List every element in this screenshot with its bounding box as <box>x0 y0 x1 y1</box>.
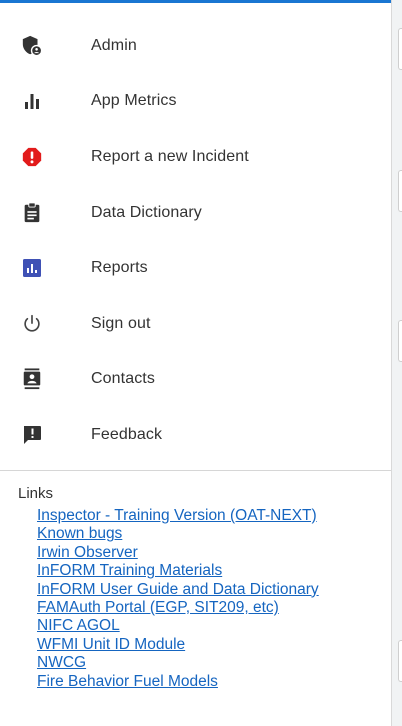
menu-divider <box>0 470 391 471</box>
menu-item-reports[interactable]: Reports <box>0 240 391 296</box>
links-list: Inspector - Training Version (OAT-NEXT) … <box>37 507 319 691</box>
link-inspector-training[interactable]: Inspector - Training Version (OAT-NEXT) <box>37 507 319 525</box>
background-page-edge <box>391 0 402 726</box>
link-inform-training-materials[interactable]: InFORM Training Materials <box>37 562 319 580</box>
background-field <box>398 320 402 362</box>
menu-item-admin[interactable]: Admin <box>0 18 391 74</box>
menu-item-sign-out[interactable]: Sign out <box>0 296 391 352</box>
link-known-bugs[interactable]: Known bugs <box>37 525 319 543</box>
link-inform-user-guide[interactable]: InFORM User Guide and Data Dictionary <box>37 581 319 599</box>
feedback-icon <box>19 422 45 448</box>
menu-item-label: App Metrics <box>91 92 177 110</box>
alert-icon <box>19 144 45 170</box>
menu-item-label: Data Dictionary <box>91 203 202 221</box>
links-heading: Links <box>18 485 54 502</box>
menu-item-label: Reports <box>91 259 148 277</box>
menu-item-label: Contacts <box>91 370 155 388</box>
bar-chart-icon <box>19 88 45 114</box>
background-field <box>398 640 402 682</box>
menu-item-label: Admin <box>91 36 137 54</box>
menu-item-report-incident[interactable]: Report a new Incident <box>0 129 391 185</box>
contacts-icon <box>19 366 45 392</box>
menu-item-label: Sign out <box>91 314 151 332</box>
menu-item-data-dictionary[interactable]: Data Dictionary <box>0 185 391 241</box>
link-wfmi-unit-id[interactable]: WFMI Unit ID Module <box>37 636 319 654</box>
admin-shield-icon <box>19 33 45 59</box>
background-field <box>398 170 402 212</box>
clipboard-icon <box>19 200 45 226</box>
power-icon <box>19 311 45 337</box>
side-menu-panel: Admin App Metrics Report a new Incident … <box>0 3 391 726</box>
menu-item-app-metrics[interactable]: App Metrics <box>0 74 391 130</box>
reports-icon <box>19 255 45 281</box>
menu-list: Admin App Metrics Report a new Incident … <box>0 18 391 463</box>
menu-item-label: Report a new Incident <box>91 147 249 165</box>
menu-item-label: Feedback <box>91 425 163 443</box>
link-nwcg[interactable]: NWCG <box>37 654 319 672</box>
link-nifc-agol[interactable]: NIFC AGOL <box>37 617 319 635</box>
menu-item-contacts[interactable]: Contacts <box>0 352 391 408</box>
link-irwin-observer[interactable]: Irwin Observer <box>37 544 319 562</box>
menu-item-feedback[interactable]: Feedback <box>0 407 391 463</box>
link-fire-behavior-fuel-models[interactable]: Fire Behavior Fuel Models <box>37 673 319 691</box>
link-famauth-portal[interactable]: FAMAuth Portal (EGP, SIT209, etc) <box>37 599 319 617</box>
background-field <box>398 28 402 70</box>
